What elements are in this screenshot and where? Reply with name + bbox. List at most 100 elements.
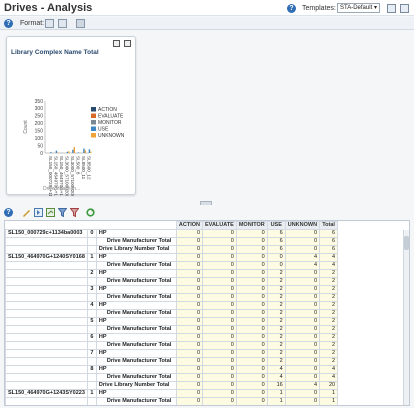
filter-icon[interactable]	[58, 208, 67, 217]
page-title: Drives - Analysis	[4, 2, 93, 14]
col-monitor[interactable]: MONITOR	[235, 221, 268, 230]
format-table-icon[interactable]	[58, 19, 67, 28]
save-template-icon[interactable]	[387, 4, 396, 13]
total-value: 2	[319, 309, 339, 318]
chart-bar[interactable]	[57, 152, 59, 153]
col-total[interactable]: Total	[319, 221, 339, 230]
library-name-cell	[5, 301, 88, 310]
chart-bar[interactable]	[90, 151, 92, 153]
drill-icon[interactable]	[34, 208, 43, 217]
unknown-value: 0	[284, 333, 321, 342]
monitor-value: 0	[235, 373, 268, 382]
chart-bar[interactable]	[72, 149, 74, 153]
evaluate-value: 0	[202, 381, 237, 390]
analysis-table: ACTION EVALUATE MONITOR USE UNKNOWN Tota…	[4, 220, 410, 406]
unknown-value: 0	[284, 237, 321, 246]
monitor-value: 0	[235, 229, 268, 238]
manufacturer-cell: Drive Manufacturer Total	[95, 277, 177, 286]
corner-cell	[96, 221, 177, 230]
action-value: 0	[175, 237, 204, 246]
edit-icon[interactable]	[22, 208, 31, 217]
manufacturer-cell: Drive Manufacturer Total	[95, 373, 177, 382]
manage-templates-icon[interactable]	[400, 4, 409, 13]
chart-bar[interactable]	[55, 150, 58, 153]
library-name-cell	[5, 285, 88, 294]
drive-number-cell: 1	[86, 253, 97, 262]
chart-bar[interactable]	[66, 151, 69, 153]
monitor-value: 0	[235, 397, 268, 405]
clear-filter-icon[interactable]	[70, 208, 79, 217]
library-name-cell	[5, 237, 88, 246]
chart-bar[interactable]	[83, 148, 85, 153]
help-icon[interactable]: ?	[4, 208, 13, 217]
use-value: 2	[266, 325, 286, 334]
action-value: 0	[175, 301, 204, 310]
manufacturer-cell: Drive Manufacturer Total	[95, 261, 177, 270]
monitor-value: 0	[235, 389, 268, 398]
table-toolbar: ?	[0, 205, 414, 219]
monitor-value: 0	[235, 261, 268, 270]
y-tick-label: 350	[35, 99, 44, 105]
evaluate-value: 0	[202, 277, 237, 286]
library-name-cell	[5, 317, 88, 326]
chart-bar[interactable]	[88, 149, 91, 153]
evaluate-value: 0	[202, 245, 237, 254]
use-value: 2	[266, 309, 286, 318]
total-value: 4	[319, 261, 339, 270]
y-tick-label: 0	[40, 151, 43, 157]
vertical-scrollbar[interactable]	[403, 230, 409, 405]
col-unknown[interactable]: UNKNOWN	[284, 221, 321, 230]
total-value: 2	[319, 357, 339, 366]
drive-number-cell	[86, 397, 97, 405]
col-evaluate[interactable]: EVALUATE	[202, 221, 237, 230]
format-chart-icon[interactable]	[45, 19, 54, 28]
chart-bar[interactable]	[77, 152, 80, 153]
print-icon[interactable]	[76, 19, 85, 28]
chart-bar[interactable]	[73, 147, 75, 153]
use-value: 2	[266, 349, 286, 358]
evaluate-value: 0	[202, 389, 237, 398]
help-icon[interactable]: ?	[287, 4, 296, 13]
table-row: SL150_000729c+1134ba0003 0 HP 0 0 0 6 0 6	[5, 229, 339, 238]
action-value: 0	[175, 341, 204, 350]
drive-number-cell: 2	[86, 269, 97, 278]
y-tick-label: 150	[35, 129, 44, 135]
refresh-icon[interactable]	[86, 208, 95, 217]
pivot-icon[interactable]	[46, 208, 55, 217]
scrollbar-thumb[interactable]	[404, 236, 409, 250]
manufacturer-cell: Drive Library Number Total	[95, 381, 177, 390]
manufacturer-cell: Drive Manufacturer Total	[95, 237, 177, 246]
drive-number-cell: 8	[86, 365, 97, 374]
format-bar: ? Format:	[0, 17, 414, 30]
chart-bar[interactable]	[68, 151, 70, 153]
manufacturer-cell: HP	[95, 253, 177, 262]
col-use[interactable]: USE	[266, 221, 286, 230]
action-value: 0	[175, 389, 204, 398]
legend-label: UNKNOWN	[98, 133, 125, 139]
monitor-value: 0	[235, 301, 268, 310]
drive-number-cell	[86, 309, 97, 318]
col-action[interactable]: ACTION	[175, 221, 204, 230]
action-value: 0	[175, 309, 204, 318]
evaluate-value: 0	[202, 285, 237, 294]
library-name-cell	[5, 245, 88, 254]
chart-bar[interactable]	[50, 152, 52, 153]
monitor-value: 0	[235, 293, 268, 302]
templates-select[interactable]: STA-Default ▾	[337, 3, 380, 13]
chart-bar[interactable]	[84, 150, 86, 153]
use-value: 4	[266, 365, 286, 374]
chevron-down-icon: ▾	[373, 5, 377, 11]
total-value: 2	[319, 293, 339, 302]
manufacturer-cell: Drive Manufacturer Total	[95, 309, 177, 318]
library-total-row: Drive Library Number Total 0 0 0 6 0 6	[5, 245, 339, 254]
action-value: 0	[175, 317, 204, 326]
legend-label: EVALUATE	[98, 114, 124, 120]
library-name-cell: SL150_000729c+1134ba0003	[5, 229, 88, 238]
library-name-cell	[5, 261, 88, 270]
unknown-value: 0	[284, 293, 321, 302]
library-name-cell	[5, 293, 88, 302]
help-icon[interactable]: ?	[4, 19, 13, 28]
manufacturer-cell: HP	[95, 317, 177, 326]
monitor-value: 0	[235, 269, 268, 278]
total-value: 6	[319, 245, 339, 254]
